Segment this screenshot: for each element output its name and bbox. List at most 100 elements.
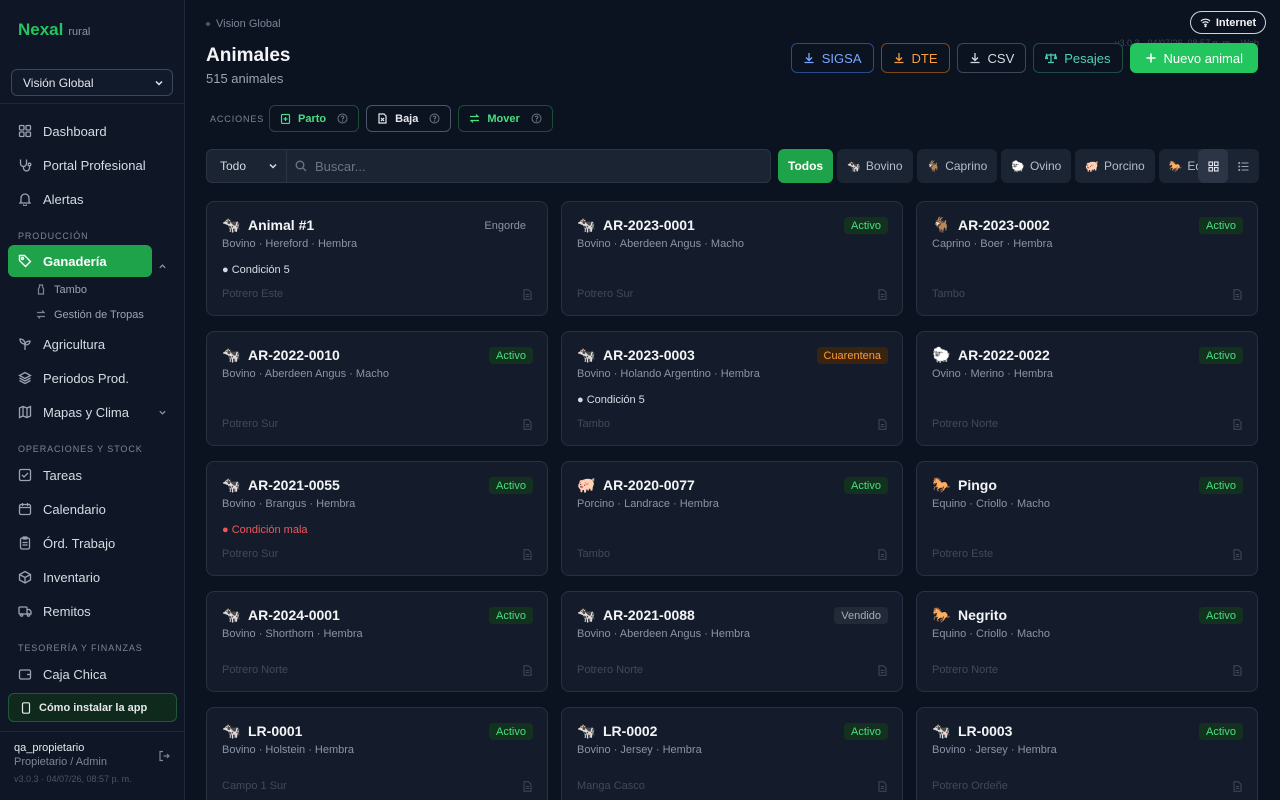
chevron-up-icon[interactable] <box>158 262 167 271</box>
species-chip-ovino[interactable]: 🐑 Ovino <box>1001 149 1072 183</box>
sidebar-item-remitos[interactable]: Remitos <box>0 594 185 628</box>
layers-icon <box>18 371 32 385</box>
document-icon[interactable] <box>1233 549 1242 560</box>
animal-card[interactable]: 🐄 AR-2023-0003 Cuarentena Bovino · Holando … <box>561 331 903 446</box>
animal-card[interactable]: 🐄 AR-2021-0088 Vendido Bovino · Aberdeen An… <box>561 591 903 692</box>
new-animal-button[interactable]: Nuevo animal <box>1129 43 1258 73</box>
list-view-button[interactable] <box>1228 149 1258 183</box>
sidebar-item-inventario[interactable]: Inventario <box>0 560 185 594</box>
animal-name: Pingo <box>958 477 997 493</box>
stethoscope-icon <box>19 159 32 172</box>
document-icon[interactable] <box>1233 419 1242 430</box>
clipboard-icon <box>19 536 31 550</box>
document-icon[interactable] <box>523 549 532 560</box>
animal-card[interactable]: 🐐 AR-2023-0002 Activo Caprino · Boer · Hemb… <box>916 201 1258 316</box>
animal-card[interactable]: 🐄 LR-0002 Activo Bovino · Jersey · Hembra Ma… <box>561 707 903 800</box>
connection-label: Internet <box>1215 16 1257 29</box>
context-select[interactable]: Visión Global <box>11 69 173 96</box>
type-filter-select[interactable]: Todo <box>206 149 287 183</box>
document-icon[interactable] <box>878 549 887 560</box>
search-placeholder: Buscar... <box>315 158 366 174</box>
document-icon[interactable] <box>1233 781 1242 792</box>
status-badge: Vendido <box>834 607 888 624</box>
mover-button[interactable]: Mover <box>458 105 553 132</box>
install-app-button[interactable]: Cómo instalar la app <box>8 693 177 722</box>
animal-card[interactable]: 🐎 Pingo Activo Equino · Criollo · Macho Potr… <box>916 461 1258 576</box>
document-icon[interactable] <box>1233 665 1242 676</box>
sidebar-item-periodos[interactable]: Periodos Prod. <box>0 361 185 395</box>
pesajes-button[interactable]: Pesajes <box>1033 43 1123 73</box>
animal-card[interactable]: 🐄 Animal #1 Engorde Bovino · Hereford · Hem… <box>206 201 548 316</box>
sidebar-subitem-tambo[interactable]: Tambo <box>0 277 185 302</box>
animal-card[interactable]: 🐄 AR-2021-0055 Activo Bovino · Brangus · He… <box>206 461 548 576</box>
animal-card[interactable]: 🐄 AR-2024-0001 Activo Bovino · Shorthorn · … <box>206 591 548 692</box>
sidebar-item-dashboard[interactable]: Dashboard <box>0 114 185 148</box>
animal-card[interactable]: 🐎 Negrito Activo Equino · Criollo · Macho Po… <box>916 591 1258 692</box>
animal-card[interactable]: 🐖 AR-2020-0077 Activo Porcino · Landrace · … <box>561 461 903 576</box>
document-icon[interactable] <box>878 665 887 676</box>
csv-label: CSV <box>987 50 1015 66</box>
horse-icon: 🐎 <box>1168 160 1183 173</box>
animal-name: AR-2020-0077 <box>603 477 695 493</box>
csv-export-button[interactable]: CSV <box>956 43 1027 73</box>
help-icon[interactable] <box>429 113 440 124</box>
animal-card[interactable]: 🐄 AR-2023-0001 Activo Bovino · Aberdeen Ang… <box>561 201 903 316</box>
animal-card[interactable]: 🐄 LR-0003 Activo Bovino · Jersey · Hembra Po… <box>916 707 1258 800</box>
dashboard-icon <box>18 124 32 138</box>
dte-export-button[interactable]: DTE <box>880 43 950 73</box>
grid-view-button[interactable] <box>1198 149 1228 183</box>
document-icon[interactable] <box>523 289 532 300</box>
animal-description: Bovino · Aberdeen Angus · Hembra <box>577 628 751 640</box>
species-chip-todos[interactable]: Todos <box>778 149 834 183</box>
sidebar-item-alertas[interactable]: Alertas <box>0 182 185 216</box>
sidebar-item-agricultura[interactable]: Agricultura <box>0 327 185 361</box>
sidebar-item-calendario[interactable]: Calendario <box>0 492 185 526</box>
help-icon[interactable] <box>337 113 348 124</box>
document-icon[interactable] <box>1233 289 1242 300</box>
species-chip-porcino[interactable]: 🐖 Porcino <box>1075 149 1155 183</box>
search-input[interactable]: Buscar... <box>286 149 771 183</box>
list-icon <box>1237 161 1248 171</box>
animal-description: Bovino · Brangus · Hembra <box>222 498 356 510</box>
animal-location: Potrero Ordeñe <box>932 780 1008 792</box>
animal-card[interactable]: 🐄 AR-2022-0010 Activo Bovino · Aberdeen Ang… <box>206 331 548 446</box>
document-icon[interactable] <box>878 419 887 430</box>
baja-button[interactable]: Baja <box>366 105 452 132</box>
breadcrumb-dot <box>206 22 210 26</box>
document-icon[interactable] <box>878 289 887 300</box>
sidebar-item-mapas-clima[interactable]: Mapas y Clima <box>0 395 185 429</box>
sigsa-export-button[interactable]: SIGSA <box>790 43 874 73</box>
animal-card[interactable]: 🐑 AR-2022-0022 Activo Ovino · Merino · Hemb… <box>916 331 1258 446</box>
sidebar-item-ganaderia[interactable]: Ganadería <box>8 245 152 277</box>
help-icon[interactable] <box>531 113 542 124</box>
document-icon[interactable] <box>878 781 887 792</box>
grid-icon <box>1207 160 1219 172</box>
sidebar-item-caja-chica[interactable]: Caja Chica <box>0 657 185 691</box>
species-chip-caprino[interactable]: 🐐 Caprino <box>916 149 998 183</box>
sidebar-item-portal-profesional[interactable]: Portal Profesional <box>0 148 185 182</box>
animal-location: Potrero Este <box>932 548 994 560</box>
document-icon[interactable] <box>523 665 532 676</box>
divider <box>0 103 185 104</box>
baja-label: Baja <box>395 112 419 125</box>
sidebar-nav: Dashboard Portal Profesional Alertas PRO… <box>0 114 185 691</box>
parto-button[interactable]: Parto <box>269 105 360 132</box>
sidebar-item-label: Mapas y Clima <box>43 404 129 420</box>
sidebar-item-tareas[interactable]: Tareas <box>0 458 185 492</box>
logout-icon[interactable] <box>158 750 170 762</box>
sidebar-subitem-gestion-tropas[interactable]: Gestión de Tropas <box>0 302 185 327</box>
animal-description: Equino · Criollo · Macho <box>932 628 1050 640</box>
animal-description: Bovino · Holando Argentino · Hembra <box>577 368 760 380</box>
parto-label: Parto <box>298 112 327 125</box>
animal-card[interactable]: 🐄 LR-0001 Activo Bovino · Holstein · Hembra… <box>206 707 548 800</box>
breadcrumb-item[interactable]: Vision Global <box>216 18 281 30</box>
document-icon[interactable] <box>523 781 532 792</box>
filter-bar: Todo Buscar... Todos 🐄 Bovino 🐐 Caprino 🐑 O… <box>206 149 1259 183</box>
document-icon[interactable] <box>523 419 532 430</box>
box-icon <box>18 570 32 584</box>
species-chip-bovino[interactable]: 🐄 Bovino <box>837 149 913 183</box>
animal-location: Tambo <box>577 418 611 430</box>
brand-logo[interactable]: Nexal rural <box>18 20 90 40</box>
sidebar-item-ord-trabajo[interactable]: Órd. Trabajo <box>0 526 185 560</box>
brand-sub: rural <box>68 26 91 38</box>
